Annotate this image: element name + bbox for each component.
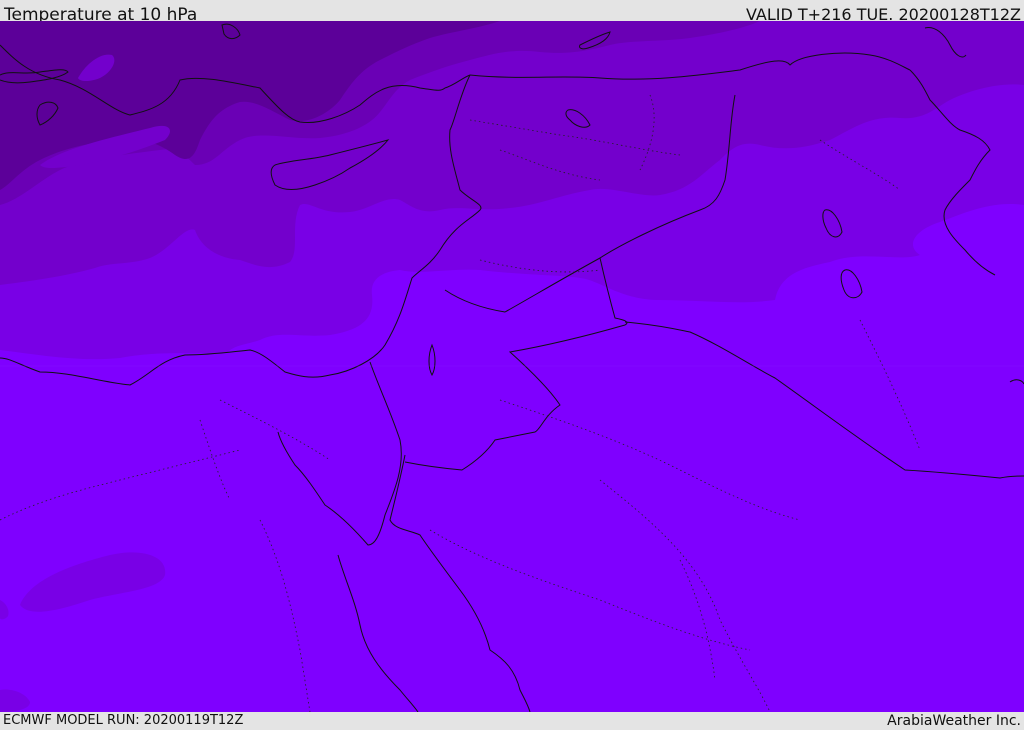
header-bar: Temperature at 10 hPa VALID T+216 TUE. 2… [0, 0, 1024, 25]
model-run-label: ECMWF MODEL RUN: 20200119T12Z [3, 713, 244, 728]
footer-bar: ECMWF MODEL RUN: 20200119T12Z ArabiaWeat… [0, 712, 1024, 729]
credit-label: ArabiaWeather Inc. [887, 713, 1021, 729]
weather-map[interactable] [0, 21, 1024, 712]
